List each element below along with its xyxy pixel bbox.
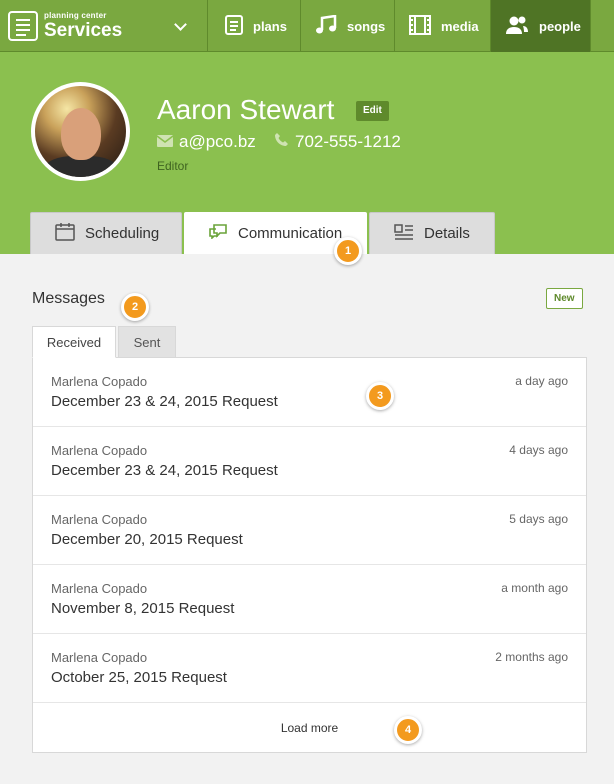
- brand-big-text: Services: [44, 20, 123, 41]
- email-contact[interactable]: a@pco.bz: [156, 132, 256, 152]
- nav-item-songs[interactable]: songs: [301, 0, 395, 52]
- nav-item-label: people: [539, 18, 581, 34]
- message-sender: Marlena Copado: [51, 443, 148, 458]
- edit-button[interactable]: Edit: [356, 101, 389, 121]
- services-logo-icon: [8, 11, 38, 41]
- nav-item-people[interactable]: people: [491, 0, 591, 52]
- phone-icon: [274, 132, 289, 152]
- annotation-badge-2: 2: [121, 293, 149, 321]
- message-time: a month ago: [501, 581, 568, 595]
- message-row[interactable]: Marlena Copado October 25, 2015 Request …: [33, 634, 586, 703]
- music-note-icon: [315, 14, 337, 38]
- document-icon: [225, 14, 243, 38]
- calendar-icon: [55, 222, 75, 245]
- message-time: 4 days ago: [509, 443, 568, 457]
- tab-details[interactable]: Details: [369, 212, 495, 254]
- nav-item-plans[interactable]: plans: [209, 0, 301, 52]
- messages-heading: Messages: [32, 290, 105, 307]
- message-sender: Marlena Copado: [51, 650, 148, 665]
- avatar: [31, 82, 130, 181]
- message-subject: December 23 & 24, 2015 Request: [51, 393, 278, 410]
- annotation-badge-3: 3: [366, 382, 394, 410]
- people-icon: [505, 15, 529, 38]
- top-nav: planning center Services plans songs med…: [0, 0, 614, 52]
- email-text: a@pco.bz: [179, 132, 256, 151]
- avatar-photo: [35, 86, 126, 177]
- message-sender: Marlena Copado: [51, 512, 148, 527]
- chat-icon: [208, 223, 228, 243]
- nav-item-label: songs: [347, 18, 386, 34]
- new-message-button[interactable]: New: [546, 288, 583, 309]
- envelope-icon: [156, 132, 174, 152]
- message-row[interactable]: Marlena Copado December 23 & 24, 2015 Re…: [33, 427, 586, 496]
- phone-contact[interactable]: 702-555-1212: [274, 132, 401, 152]
- message-subject: November 8, 2015 Request: [51, 600, 235, 617]
- nav-item-label: plans: [253, 18, 287, 34]
- message-time: a day ago: [515, 374, 568, 388]
- message-subject: October 25, 2015 Request: [51, 669, 227, 686]
- message-subject: December 23 & 24, 2015 Request: [51, 462, 278, 479]
- details-icon: [394, 223, 414, 244]
- message-time: 5 days ago: [509, 512, 568, 526]
- phone-text: 702-555-1212: [295, 132, 401, 151]
- nav-item-media[interactable]: media: [395, 0, 491, 52]
- nav-item-label: media: [441, 18, 479, 34]
- tab-sent[interactable]: Sent: [118, 326, 176, 358]
- message-sender: Marlena Copado: [51, 374, 148, 389]
- tab-label: Scheduling: [85, 225, 160, 242]
- role-label: Editor: [157, 159, 189, 173]
- message-time: 2 months ago: [495, 650, 568, 664]
- load-more-button[interactable]: Load more: [33, 703, 586, 753]
- message-row[interactable]: Marlena Copado November 8, 2015 Request …: [33, 565, 586, 634]
- message-sender: Marlena Copado: [51, 581, 148, 596]
- messages-panel: Messages New Received Sent Marlena Copad…: [0, 254, 614, 784]
- tab-received[interactable]: Received: [32, 326, 116, 358]
- app-switcher[interactable]: planning center Services: [0, 0, 208, 52]
- annotation-badge-4: 4: [394, 716, 422, 744]
- message-list: Marlena Copado December 23 & 24, 2015 Re…: [32, 357, 587, 753]
- message-row[interactable]: Marlena Copado December 23 & 24, 2015 Re…: [33, 358, 586, 427]
- film-icon: [409, 14, 431, 38]
- brand-small-text: planning center: [44, 11, 107, 20]
- tab-label: Communication: [238, 224, 343, 242]
- message-subject: December 20, 2015 Request: [51, 531, 243, 548]
- annotation-badge-1: 1: [334, 237, 362, 265]
- tab-label: Details: [424, 225, 470, 242]
- person-name: Aaron Stewart: [157, 94, 335, 125]
- brand-name: planning center Services: [44, 11, 123, 41]
- message-row[interactable]: Marlena Copado December 20, 2015 Request…: [33, 496, 586, 565]
- chevron-down-icon[interactable]: [174, 18, 187, 31]
- tab-scheduling[interactable]: Scheduling: [30, 212, 182, 254]
